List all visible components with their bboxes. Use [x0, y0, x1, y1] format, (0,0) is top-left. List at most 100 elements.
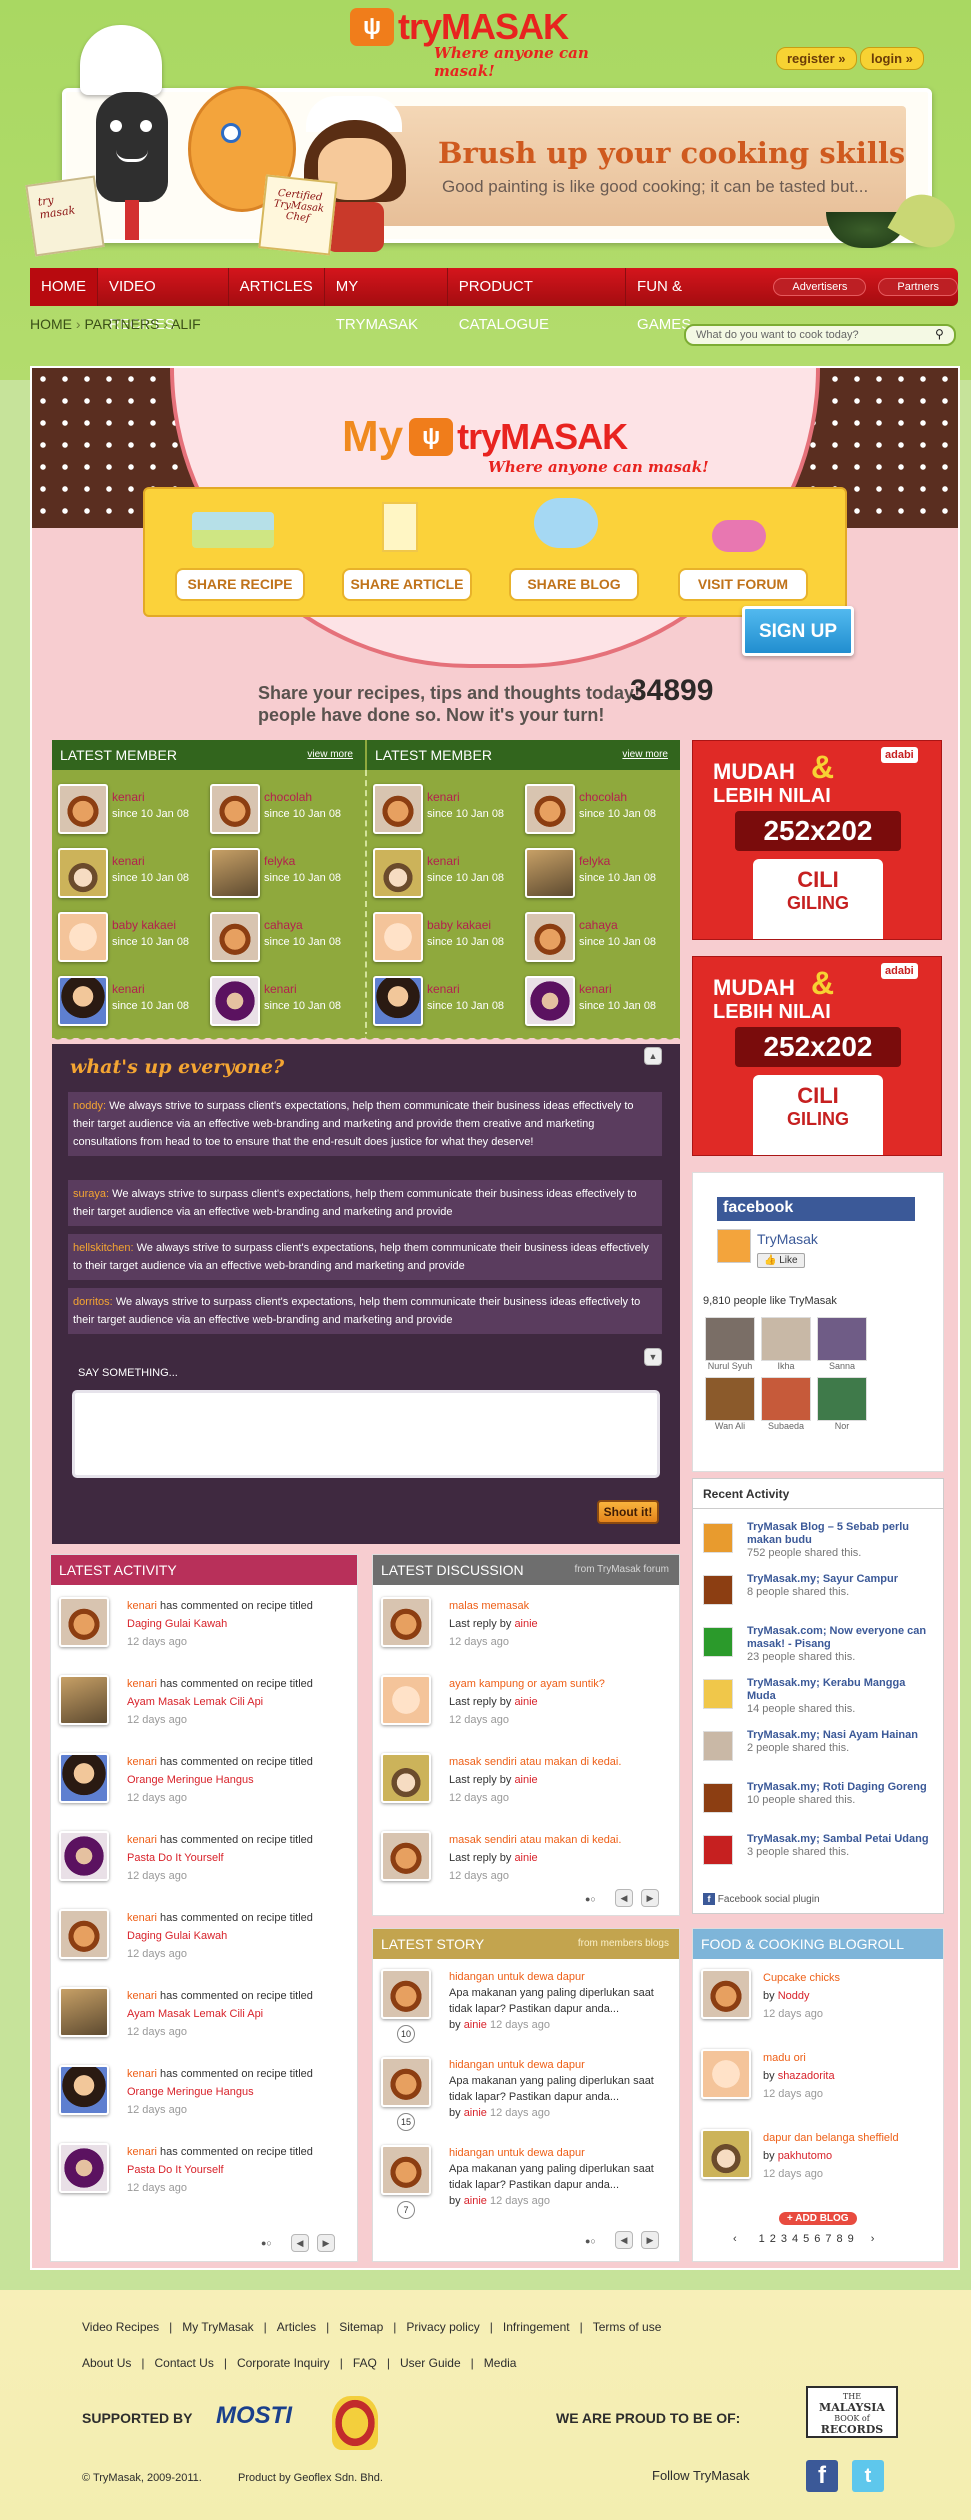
- member-card[interactable]: kenari since 10 Jan 08: [373, 974, 533, 1036]
- avatar[interactable]: [381, 1831, 431, 1881]
- ad-banner-1[interactable]: MUDAH & LEBIH NILAI adabi 252x202 CILI GILING: [692, 740, 942, 940]
- member-name[interactable]: kenari: [427, 790, 460, 804]
- recent-activity-item[interactable]: TryMasak Blog – 5 Sebab perlu makan budu…: [703, 1521, 933, 1573]
- breadcrumb-home[interactable]: HOME: [30, 316, 72, 332]
- footer-link[interactable]: About Us: [82, 2356, 131, 2370]
- member-card[interactable]: felyka since 10 Jan 08: [525, 846, 685, 908]
- avatar[interactable]: [59, 1831, 109, 1881]
- member-card[interactable]: chocolah since 10 Jan 08: [210, 782, 370, 844]
- member-card[interactable]: kenari since 10 Jan 08: [210, 974, 370, 1036]
- member-name[interactable]: chocolah: [264, 790, 312, 804]
- page-number[interactable]: 6: [814, 2233, 820, 2245]
- share-article-button[interactable]: SHARE ARTICLE: [342, 568, 472, 601]
- page-number[interactable]: 4: [792, 2233, 798, 2245]
- activity-recipe-link[interactable]: Daging Gulai Kawah: [127, 1615, 313, 1633]
- member-name[interactable]: baby kakaei: [112, 918, 176, 932]
- nav-advertisers[interactable]: Advertisers: [773, 278, 867, 296]
- avatar[interactable]: [58, 848, 108, 898]
- ad-banner-2[interactable]: MUDAH & LEBIH NILAI adabi 252x202 CILI GILING: [692, 956, 942, 1156]
- member-name[interactable]: kenari: [579, 982, 612, 996]
- avatar[interactable]: [59, 1597, 109, 1647]
- page-number[interactable]: 1: [759, 2233, 765, 2245]
- recent-activity-item[interactable]: TryMasak.my; Kerabu Mangga Muda 14 people…: [703, 1677, 933, 1729]
- search-icon[interactable]: ⚲: [935, 327, 944, 341]
- nav-video-recipes[interactable]: VIDEO RECIPES: [98, 268, 229, 333]
- scroll-down-icon[interactable]: ▼: [644, 1348, 662, 1366]
- activity-recipe-link[interactable]: Pasta Do It Yourself: [127, 1849, 313, 1867]
- avatar[interactable]: [381, 1969, 431, 2019]
- twitter-icon[interactable]: t: [852, 2460, 884, 2492]
- recent-activity-title[interactable]: TryMasak.my; Kerabu Mangga Muda: [747, 1677, 933, 1703]
- add-blog-button[interactable]: + ADD BLOG: [779, 2212, 857, 2225]
- blogroll-title-link[interactable]: dapur dan belanga sheffield: [763, 2129, 899, 2147]
- avatar[interactable]: [59, 2065, 109, 2115]
- avatar[interactable]: [381, 1753, 431, 1803]
- page-number[interactable]: 7: [825, 2233, 831, 2245]
- avatar[interactable]: [381, 2145, 431, 2195]
- activity-user[interactable]: kenari: [127, 1990, 157, 2002]
- footer-link[interactable]: Terms of use: [593, 2320, 662, 2334]
- search-input[interactable]: What do you want to cook today?: [684, 324, 956, 346]
- member-card[interactable]: cahaya since 10 Jan 08: [210, 910, 370, 972]
- share-recipe-button[interactable]: SHARE RECIPE: [175, 568, 305, 601]
- avatar[interactable]: [59, 1753, 109, 1803]
- site-logo[interactable]: ψ tryMASAK Where anyone can masak!: [350, 6, 650, 80]
- avatar[interactable]: [59, 2143, 109, 2193]
- shout-user[interactable]: hellskitchen:: [73, 1242, 134, 1254]
- member-name[interactable]: baby kakaei: [427, 918, 491, 932]
- visit-forum-button[interactable]: VISIT FORUM: [678, 568, 808, 601]
- member-name[interactable]: kenari: [112, 982, 145, 996]
- activity-user[interactable]: kenari: [127, 1834, 157, 1846]
- discussion-title-link[interactable]: masak sendiri atau makan di kedai.: [449, 1831, 621, 1849]
- facebook-page-name[interactable]: TryMasak: [757, 1231, 818, 1247]
- member-card[interactable]: kenari since 10 Jan 08: [373, 782, 533, 844]
- facebook-fan[interactable]: Ikha: [759, 1317, 813, 1371]
- facebook-like-button[interactable]: 👍 Like: [757, 1253, 805, 1268]
- recent-activity-item[interactable]: TryMasak.my; Nasi Ayam Hainan 2 people sh…: [703, 1729, 933, 1781]
- shout-it-button[interactable]: Shout it!: [597, 1500, 659, 1524]
- blogroll-user[interactable]: Noddy: [778, 1990, 810, 2002]
- discussion-user[interactable]: ainie: [514, 1852, 537, 1864]
- member-name[interactable]: kenari: [427, 982, 460, 996]
- member-name[interactable]: felyka: [264, 854, 295, 868]
- avatar[interactable]: [525, 976, 575, 1026]
- blogroll-user[interactable]: pakhutomo: [778, 2150, 832, 2162]
- nav-articles[interactable]: ARTICLES: [229, 268, 325, 306]
- activity-user[interactable]: kenari: [127, 2146, 157, 2158]
- avatar[interactable]: [525, 784, 575, 834]
- activity-recipe-link[interactable]: Orange Meringue Hangus: [127, 1771, 313, 1789]
- next-page-icon[interactable]: ▶: [317, 2234, 335, 2252]
- story-user[interactable]: ainie: [464, 2019, 487, 2031]
- discussion-title-link[interactable]: ayam kampung or ayam suntik?: [449, 1675, 605, 1693]
- nav-my-trymasak[interactable]: MY TRYMASAK: [325, 268, 448, 333]
- avatar[interactable]: [58, 784, 108, 834]
- story-title-link[interactable]: hidangan untuk dewa dapur: [449, 2145, 671, 2161]
- discussion-user[interactable]: ainie: [514, 1696, 537, 1708]
- breadcrumb-alif[interactable]: ALIF: [171, 316, 201, 332]
- recent-activity-item[interactable]: TryMasak.my; Sayur Campur 8 people shared…: [703, 1573, 933, 1625]
- activity-user[interactable]: kenari: [127, 1756, 157, 1768]
- avatar[interactable]: [701, 1969, 751, 2019]
- facebook-fan[interactable]: Nurul Syuh: [703, 1317, 757, 1371]
- recent-activity-title[interactable]: TryMasak.my; Roti Daging Goreng: [747, 1781, 927, 1794]
- story-title-link[interactable]: hidangan untuk dewa dapur: [449, 1969, 671, 1985]
- blogroll-title-link[interactable]: Cupcake chicks: [763, 1969, 840, 1987]
- member-name[interactable]: felyka: [579, 854, 610, 868]
- nav-home[interactable]: HOME: [30, 268, 98, 306]
- nav-fun-games[interactable]: FUN & GAMES: [626, 268, 743, 333]
- avatar[interactable]: [59, 1909, 109, 1959]
- avatar[interactable]: [210, 912, 260, 962]
- member-name[interactable]: cahaya: [264, 918, 303, 932]
- activity-recipe-link[interactable]: Orange Meringue Hangus: [127, 2083, 313, 2101]
- collapse-icon[interactable]: ▲: [644, 1047, 662, 1065]
- story-user[interactable]: ainie: [464, 2195, 487, 2207]
- story-user[interactable]: ainie: [464, 2107, 487, 2119]
- recent-activity-item[interactable]: TryMasak.my; Roti Daging Goreng 10 people…: [703, 1781, 933, 1833]
- facebook-fan[interactable]: Nor: [815, 1377, 869, 1431]
- page-number[interactable]: 8: [837, 2233, 843, 2245]
- shout-user[interactable]: noddy:: [73, 1100, 106, 1112]
- view-more-link[interactable]: view more: [307, 740, 353, 770]
- avatar[interactable]: [58, 912, 108, 962]
- footer-link[interactable]: Media: [484, 2356, 517, 2370]
- activity-recipe-link[interactable]: Daging Gulai Kawah: [127, 1927, 313, 1945]
